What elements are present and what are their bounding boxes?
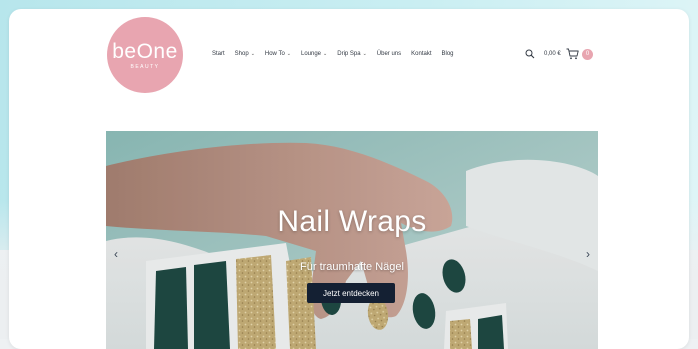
nav-item-label: How To	[264, 51, 285, 57]
nav-item-lounge[interactable]: Lounge ⌄	[301, 51, 327, 57]
logo-wordmark: beOne	[112, 39, 178, 63]
hero-background-image	[106, 131, 598, 349]
hero-slider: Nail Wraps Für traumhafte Nägel Jetzt en…	[106, 131, 598, 349]
hero-overlay	[106, 131, 598, 349]
nav-item-how-to[interactable]: How To ⌄	[265, 51, 291, 57]
nav-item-label: Start	[212, 51, 225, 57]
chevron-down-icon: ⌄	[362, 51, 367, 57]
hero-title: Nail Wraps	[277, 205, 427, 238]
nav-item-drip-spa[interactable]: Drip Spa ⌄	[337, 51, 367, 57]
chevron-down-icon: ⌄	[250, 51, 255, 57]
slider-next-button[interactable]: ›	[582, 248, 594, 260]
beone-logo[interactable]: beOne BEAUTY	[107, 17, 183, 93]
nav-item-blog[interactable]: Blog	[442, 51, 454, 57]
jetzt-entdecken-button[interactable]: Jetzt entdecken	[307, 283, 395, 303]
slider-prev-button[interactable]: ‹	[110, 248, 122, 260]
cart-total[interactable]: 0,00 €	[544, 51, 561, 57]
nav-item-shop[interactable]: Shop ⌄	[235, 51, 255, 57]
chevron-left-icon: ‹	[114, 247, 118, 261]
cart-count-badge: 0	[582, 49, 593, 60]
chevron-right-icon: ›	[586, 247, 590, 261]
nav-item-label: Blog	[441, 51, 454, 57]
logo-subtitle: BEAUTY	[130, 63, 160, 70]
nav-item-kontakt[interactable]: Kontakt	[411, 51, 431, 57]
website-preview-card: beOne BEAUTY Start Shop ⌄ How To ⌄ Loung…	[9, 9, 689, 349]
hero-subtitle: Für traumhafte Nägel	[300, 261, 404, 273]
chevron-down-icon: ⌄	[323, 51, 328, 57]
nav-item-label: Lounge	[301, 51, 322, 57]
main-navigation: Start Shop ⌄ How To ⌄ Lounge ⌄ Drip Spa …	[212, 51, 454, 57]
nav-item-label: Drip Spa	[337, 51, 361, 57]
nav-item-label: Kontakt	[411, 51, 432, 57]
nav-item-ueber-uns[interactable]: Über uns	[377, 51, 401, 57]
nav-item-label: Shop	[234, 51, 249, 57]
shopping-cart-icon[interactable]	[566, 48, 579, 60]
chevron-down-icon: ⌄	[286, 51, 291, 57]
nav-item-label: Über uns	[376, 51, 402, 57]
search-icon[interactable]	[525, 49, 535, 59]
nav-item-start[interactable]: Start	[212, 51, 225, 57]
